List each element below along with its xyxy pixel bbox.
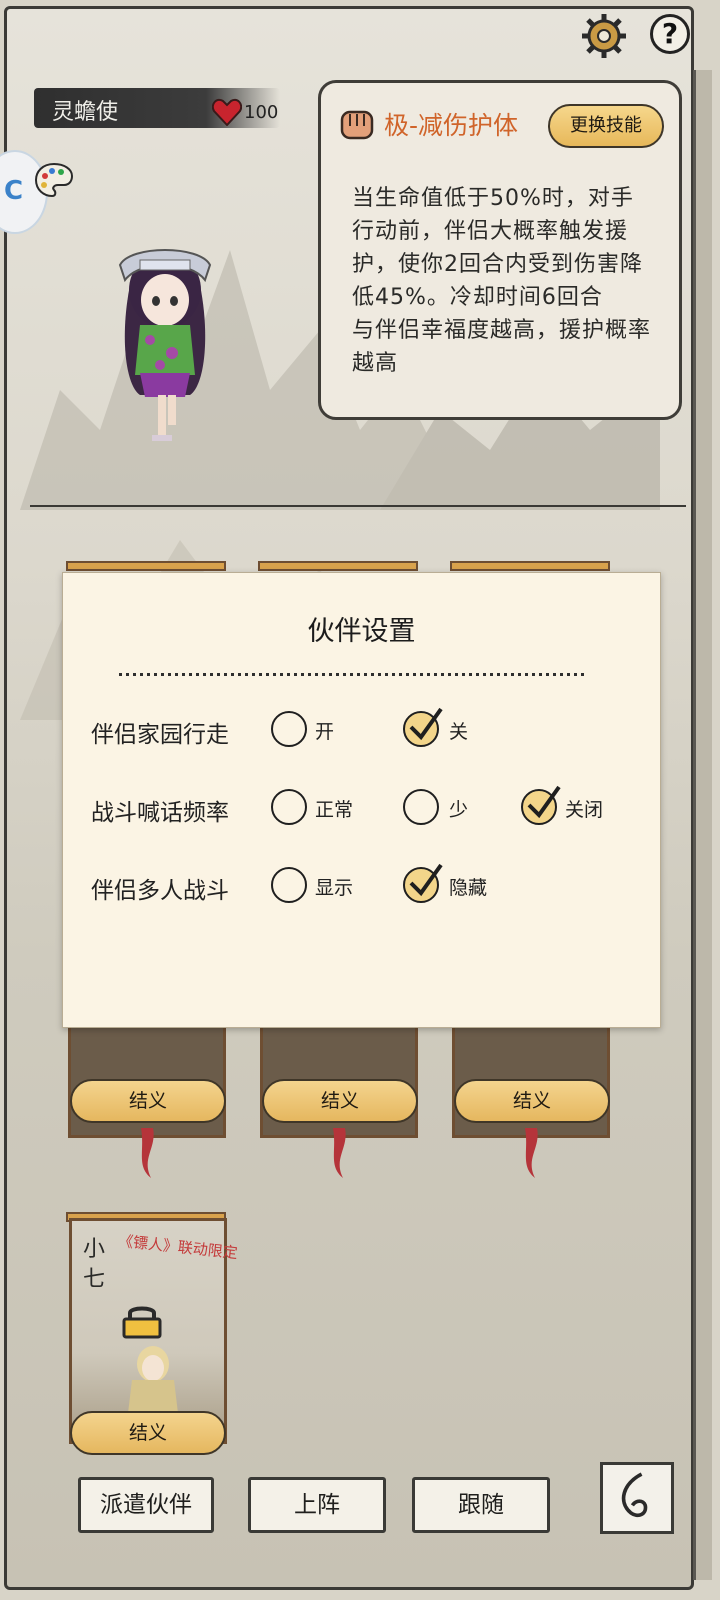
radio-home-walk-off[interactable] <box>403 707 443 747</box>
option-home-walk-off: 关 <box>449 721 469 743</box>
row-label-battle-shout: 战斗喊话频率 <box>91 800 229 826</box>
radio-multi-battle-hide[interactable] <box>403 863 443 903</box>
companion-settings-dialog: 伙伴设置 伴侣家园行走 开 关 战斗喊话频率 正常 少 关闭 伴侣多人战斗 显示… <box>62 572 661 1028</box>
option-battle-shout-off: 关闭 <box>565 799 604 821</box>
radio-multi-battle-show[interactable] <box>271 867 307 903</box>
row-label-home-walk: 伴侣家园行走 <box>91 722 229 748</box>
dialog-divider <box>119 673 585 676</box>
option-home-walk-on: 开 <box>315 721 335 743</box>
checkmark-icon <box>409 863 443 897</box>
option-battle-shout-less: 少 <box>449 799 469 821</box>
radio-home-walk-on[interactable] <box>271 711 307 747</box>
option-multi-battle-show: 显示 <box>315 877 354 899</box>
radio-battle-shout-less[interactable] <box>403 789 439 825</box>
dialog-title: 伙伴设置 <box>307 616 416 647</box>
checkmark-icon <box>527 785 561 819</box>
radio-battle-shout-off[interactable] <box>521 785 561 825</box>
checkmark-icon <box>409 707 443 741</box>
row-label-multi-battle: 伴侣多人战斗 <box>91 878 229 904</box>
option-multi-battle-hide: 隐藏 <box>449 877 488 899</box>
option-battle-shout-normal: 正常 <box>315 799 354 821</box>
radio-battle-shout-normal[interactable] <box>271 789 307 825</box>
